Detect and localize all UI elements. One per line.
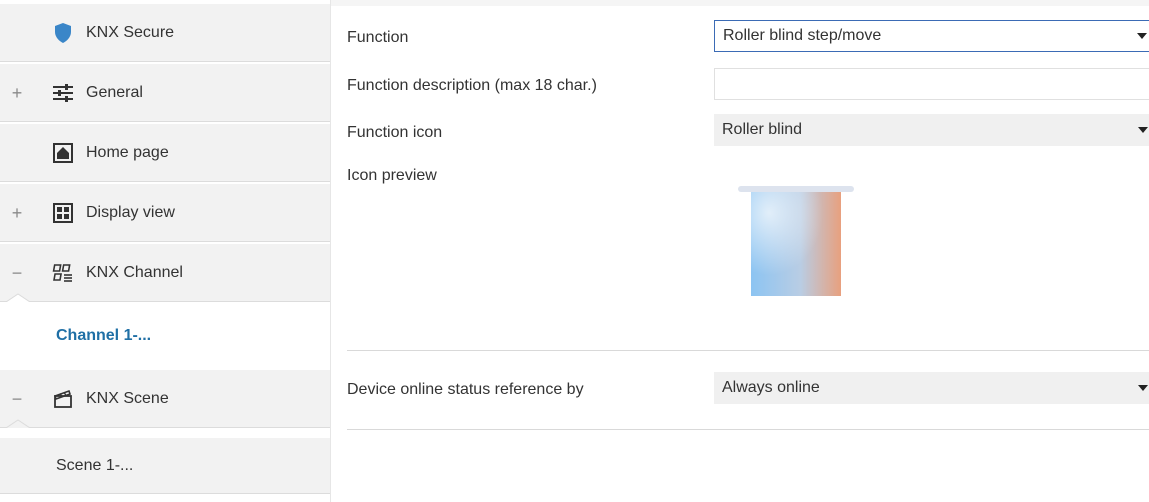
online-status-select-value: Always online (722, 379, 820, 396)
sidebar-subitem-channel-1[interactable]: Channel 1-... (0, 312, 330, 360)
function-icon-select[interactable]: Roller blind (714, 114, 1149, 146)
chevron-down-icon (1138, 385, 1148, 391)
home-icon (52, 142, 74, 164)
sidebar-item-label: Home page (86, 143, 169, 161)
sidebar-item-general[interactable]: + General (0, 64, 330, 122)
notch-icon (6, 419, 30, 428)
sidebar-subitem-scene-1[interactable]: Scene 1-... (0, 438, 330, 494)
roller-blind-icon (738, 186, 854, 296)
parameter-panel: Function Roller blind step/move Function… (331, 0, 1149, 502)
section-divider (347, 350, 1149, 351)
chevron-down-icon (1138, 127, 1148, 133)
section-divider (347, 429, 1149, 430)
sidebar-subitem-label: Channel 1-... (56, 327, 152, 344)
function-description-label: Function description (max 18 char.) (347, 77, 597, 94)
icon-preview-label: Icon preview (347, 167, 437, 184)
grid-icon (52, 202, 74, 224)
expand-icon[interactable]: + (10, 84, 24, 102)
sliders-icon (52, 82, 74, 104)
sidebar-item-label: KNX Secure (86, 23, 175, 41)
channel-icon (52, 262, 74, 284)
expand-icon[interactable]: + (10, 204, 24, 222)
sidebar-item-display-view[interactable]: + Display view (0, 184, 330, 242)
sidebar-item-home-page[interactable]: Home page (0, 124, 330, 182)
collapse-icon[interactable]: − (10, 264, 24, 282)
collapse-icon[interactable]: − (10, 390, 24, 408)
function-description-input[interactable] (714, 68, 1149, 100)
notch-icon (6, 293, 30, 302)
function-select[interactable]: Roller blind step/move (714, 20, 1149, 52)
chevron-down-icon (1137, 33, 1147, 39)
online-status-label: Device online status reference by (347, 381, 584, 398)
sidebar-subitem-label: Scene 1-... (56, 456, 134, 474)
function-icon-label: Function icon (347, 124, 443, 141)
shield-icon (52, 22, 74, 44)
online-status-select[interactable]: Always online (714, 372, 1149, 404)
sidebar-item-label: Display view (86, 203, 175, 221)
function-select-value: Roller blind step/move (723, 27, 882, 44)
function-icon-select-value: Roller blind (722, 121, 803, 138)
scene-icon (52, 388, 74, 410)
sidebar-item-label: KNX Scene (86, 389, 169, 407)
sidebar-item-label: KNX Channel (86, 263, 183, 281)
sidebar-item-knx-scene[interactable]: − KNX Scene (0, 370, 330, 428)
sidebar-item-label: General (86, 83, 143, 101)
sidebar-item-knx-channel[interactable]: − KNX Channel (0, 244, 330, 302)
function-label: Function (347, 29, 409, 46)
sidebar-item-knx-secure[interactable]: KNX Secure (0, 4, 330, 62)
sidebar: KNX Secure + General Home page + Display… (0, 0, 330, 502)
